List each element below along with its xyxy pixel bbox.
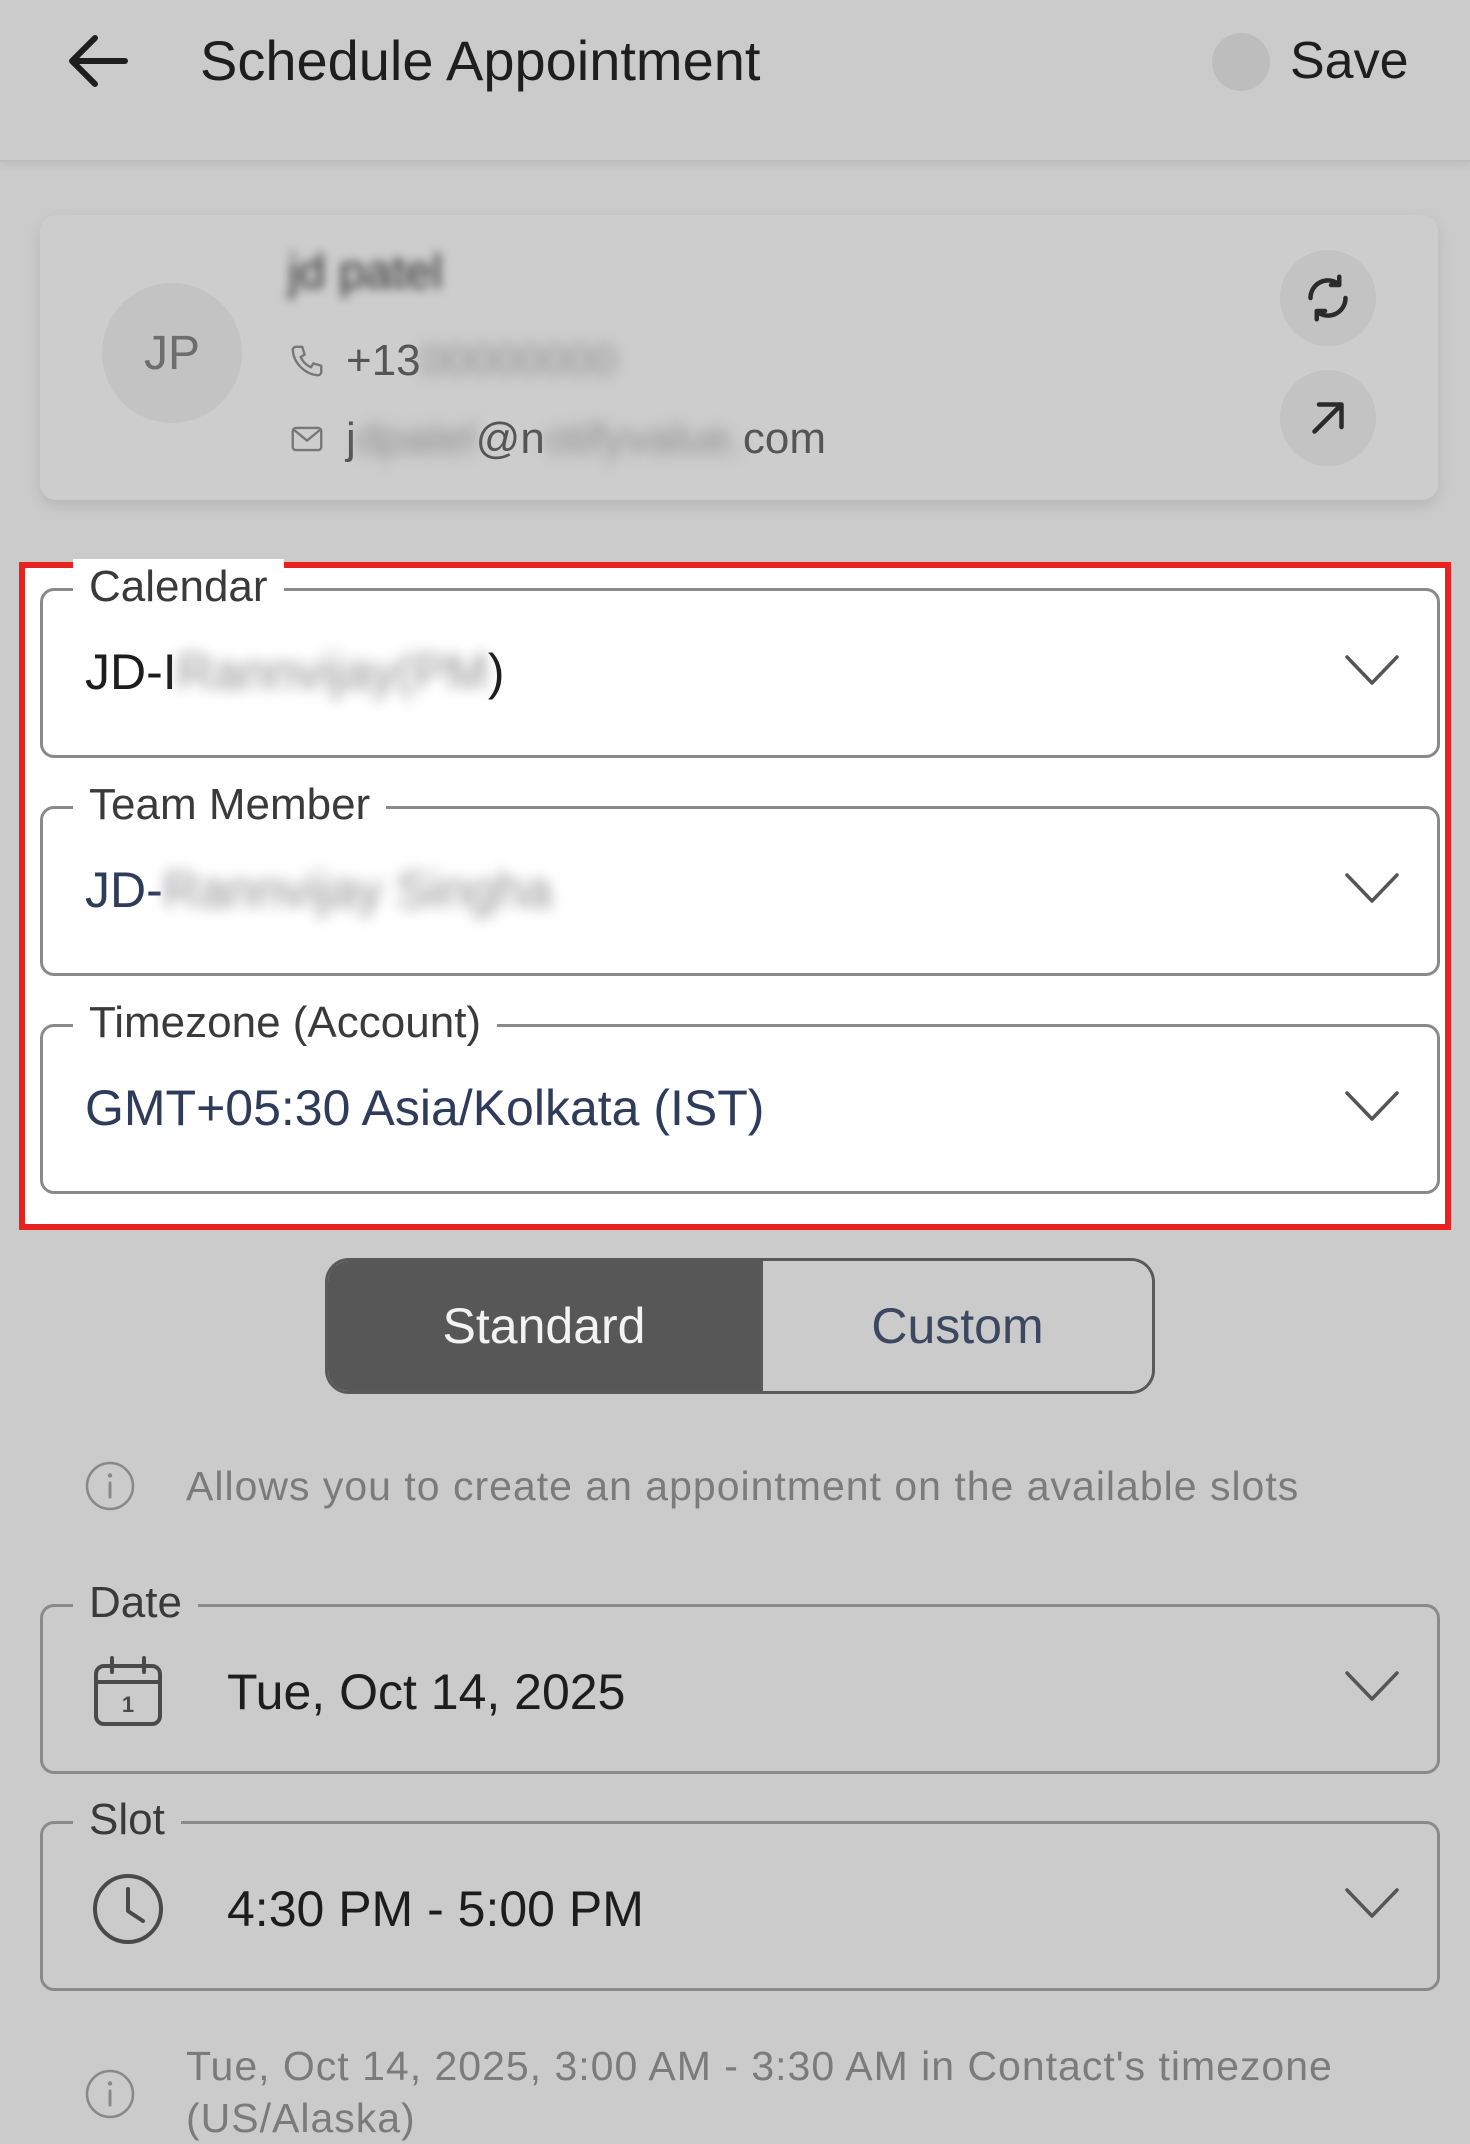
contact-email: j dpatel @n otifyvalue. com [288, 410, 826, 468]
timezone-select[interactable]: Timezone (Account) GMT+05:30 Asia/Kolkat… [40, 995, 1440, 1194]
contact-timezone-info: Tue, Oct 14, 2025, 3:00 AM - 3:30 AM in … [84, 2040, 1426, 2144]
team-member-label: Team Member [73, 777, 387, 833]
date-label: Date [73, 1575, 198, 1631]
mail-icon [288, 420, 326, 458]
standard-mode-info: Allows you to create an appointment on t… [84, 1460, 1426, 1512]
date-value: Tue, Oct 14, 2025 [227, 1664, 626, 1720]
loading-spinner-icon [1212, 33, 1270, 91]
refresh-contact-button[interactable] [1280, 250, 1376, 346]
slot-value-row: 4:30 PM - 5:00 PM [91, 1872, 644, 1946]
phone-redacted: 00000000 [420, 336, 617, 385]
appointment-mode-toggle: Standard Custom [325, 1258, 1155, 1394]
calendar-select[interactable]: Calendar JD-I Rannvijay(PM ) [40, 559, 1440, 758]
info-icon [85, 1461, 135, 1511]
team-member-select[interactable]: Team Member JD- Rannvijay Singha [40, 777, 1440, 976]
timezone-label: Timezone (Account) [73, 995, 498, 1051]
open-contact-button[interactable] [1280, 370, 1376, 466]
chevron-down-icon [1345, 873, 1399, 903]
phone-prefix: +13 [346, 336, 421, 385]
email-redacted-1: dpatel [355, 414, 476, 463]
phone-icon [288, 342, 326, 380]
contact-timezone-text: Tue, Oct 14, 2025, 3:00 AM - 3:30 AM in … [186, 2043, 1333, 2141]
team-member-value: JD- Rannvijay Singha [85, 859, 552, 921]
slot-label: Slot [73, 1792, 181, 1848]
email-start: j [346, 414, 356, 463]
team-member-value-prefix: JD- [85, 862, 163, 918]
svg-text:1: 1 [122, 1692, 134, 1717]
timezone-value: GMT+05:30 Asia/Kolkata (IST) [85, 1080, 765, 1136]
slot-value: 4:30 PM - 5:00 PM [227, 1881, 644, 1937]
calendar-value-suffix: ) [487, 644, 505, 700]
refresh-icon [1308, 274, 1348, 322]
arrow-left-icon [69, 35, 128, 87]
team-member-value-redacted: Rannvijay Singha [162, 862, 552, 918]
chevron-down-icon [1345, 1671, 1399, 1701]
contact-name: jd patel [288, 246, 443, 299]
calendar-value-prefix: JD-I [85, 644, 177, 700]
calendar-icon: 1 [91, 1655, 165, 1729]
calendar-value-redacted: Rannvijay(PM [176, 644, 488, 700]
calendar-value: JD-I Rannvijay(PM ) [85, 641, 505, 703]
email-redacted-2: otifyvalue. [544, 414, 743, 463]
clock-icon [91, 1872, 165, 1946]
contact-card: JP jd patel +13 00000000 j dpatel @n oti… [40, 215, 1438, 500]
custom-mode-button[interactable]: Custom [760, 1261, 1152, 1391]
date-value-row: 1 Tue, Oct 14, 2025 [91, 1655, 625, 1729]
standard-mode-button[interactable]: Standard [328, 1261, 760, 1391]
page-title: Schedule Appointment [200, 29, 761, 92]
contact-phone: +13 00000000 [288, 332, 616, 390]
save-button[interactable]: Save [1290, 28, 1409, 94]
avatar: JP [102, 283, 242, 423]
chevron-down-icon [1345, 655, 1399, 685]
date-select[interactable]: Date 1 Tue, Oct 14, 2025 [40, 1575, 1440, 1774]
email-middle: @n [475, 414, 545, 463]
arrow-up-right-icon [1312, 402, 1344, 434]
chevron-down-icon [1345, 1888, 1399, 1918]
standard-info-text: Allows you to create an appointment on t… [186, 1463, 1300, 1509]
email-end: com [742, 414, 827, 463]
slot-select[interactable]: Slot 4:30 PM - 5:00 PM [40, 1792, 1440, 1991]
calendar-label: Calendar [73, 559, 284, 615]
chevron-down-icon [1345, 1091, 1399, 1121]
app-header: Schedule Appointment Save [0, 0, 1470, 162]
back-button[interactable] [62, 26, 132, 96]
info-icon [85, 2069, 135, 2119]
